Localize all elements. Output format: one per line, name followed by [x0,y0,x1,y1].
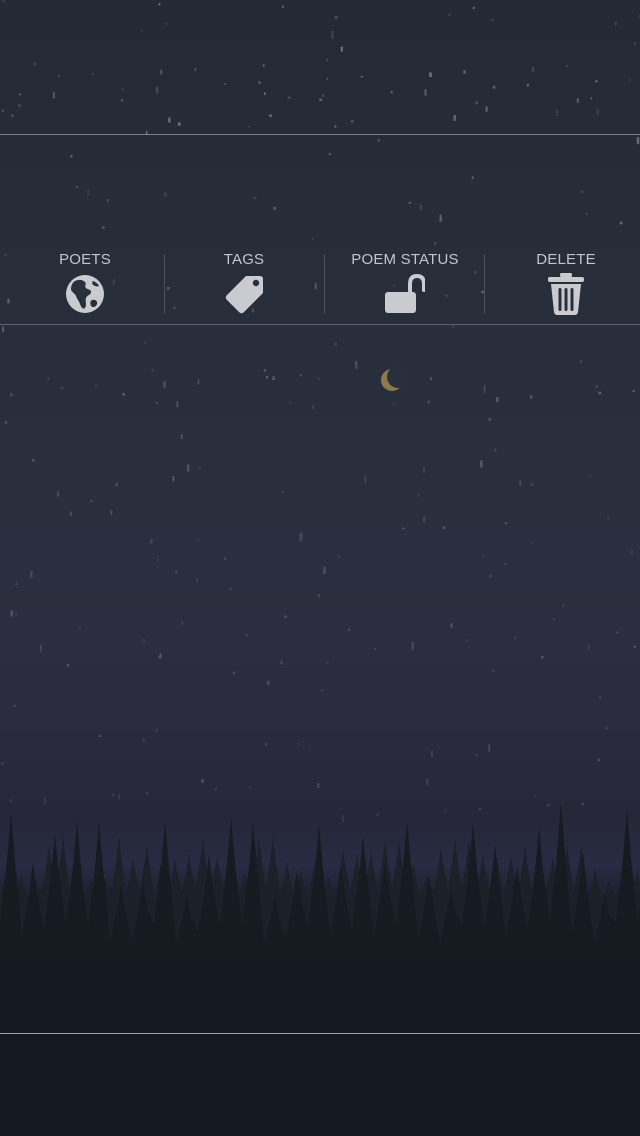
toolbar-bottom-divider [0,324,640,325]
globe-icon [66,275,104,313]
delete-button[interactable]: DELETE [486,240,640,324]
app-screen: { "toolbar": { "items": [ { "label": "PO… [0,0,640,1136]
poem-status-label: POEM STATUS [351,251,459,268]
crescent-moon [381,366,409,391]
bottom-divider [0,1033,640,1034]
unlocked-padlock-icon [385,273,425,313]
poets-label: POETS [59,251,111,268]
trash-icon [548,273,584,315]
stars [1,0,640,822]
poem-action-toolbar: POETS TAGS POEM STATUS DELETE [0,240,640,324]
tags-label: TAGS [223,251,265,268]
delete-label: DELETE [536,251,596,268]
top-divider [0,134,640,135]
tags-button[interactable]: TAGS [164,240,324,324]
poem-status-button[interactable]: POEM STATUS [325,240,485,324]
poets-button[interactable]: POETS [5,240,165,324]
tag-icon [225,276,263,314]
night-sky-background [0,0,640,1136]
toolbar-separator [484,254,485,314]
